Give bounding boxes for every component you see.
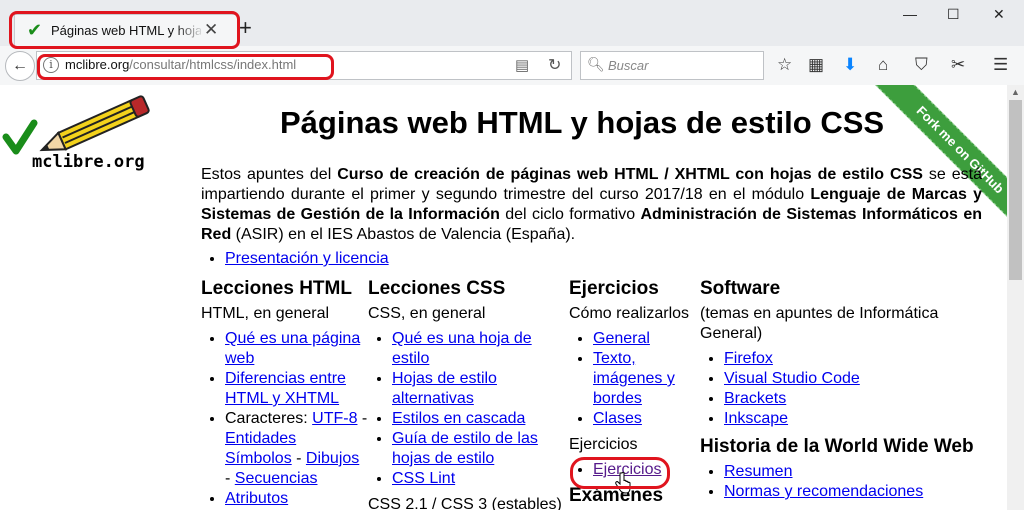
css-lessons-list: Qué es una hoja de estilo Hojas de estil… — [368, 329, 548, 489]
minimize-icon[interactable]: — — [903, 6, 917, 22]
reload-icon[interactable]: ↻ — [548, 55, 561, 75]
list-item: Diferencias entre HTML y XHTML — [225, 369, 369, 409]
search-placeholder: Buscar — [608, 58, 649, 73]
list-item: Presentación y licencia — [225, 249, 982, 269]
exercise-link-text-images[interactable]: Texto, imágenes y bordes — [593, 350, 675, 407]
history-link-standards[interactable]: Normas y recomendaciones — [724, 483, 923, 500]
exercise-link-general[interactable]: General — [593, 330, 650, 347]
www-history-list: Resumen Normas y recomendaciones — [700, 462, 990, 502]
maximize-icon[interactable]: ☐ — [947, 6, 960, 23]
software-column: Software (temas en apuntes de Informátic… — [700, 277, 990, 502]
list-item: Normas y recomendaciones — [724, 482, 990, 502]
download-icon[interactable]: ⬇ — [843, 55, 857, 75]
separator: - — [291, 450, 306, 467]
intro-course-name: Curso de creación de páginas web HTML / … — [337, 166, 923, 183]
list-item: Atributos — [225, 489, 369, 509]
list-item: CSS Lint — [392, 469, 548, 489]
css-general-label: CSS, en general — [368, 305, 486, 322]
separator: - — [357, 410, 368, 427]
intro-paragraph: Estos apuntes del Curso de creación de p… — [201, 165, 982, 269]
list-item: Brackets — [724, 389, 990, 409]
intro-text-3: del ciclo formativo — [499, 206, 641, 223]
html-general-label: HTML, en general — [201, 305, 330, 322]
search-icon: 🔍︎ — [587, 56, 605, 72]
lesson-link-sequences[interactable]: Secuencias — [235, 470, 318, 487]
list-item: Clases — [593, 409, 694, 429]
history-link-summary[interactable]: Resumen — [724, 463, 792, 480]
url-highlight — [37, 54, 334, 80]
back-button[interactable]: ← — [5, 51, 35, 81]
lesson-link-alternative[interactable]: Hojas de estilo alternativas — [392, 370, 497, 407]
presentation-list: Presentación y licencia — [201, 249, 982, 269]
list-item: Resumen — [724, 462, 990, 482]
lesson-link-css-lint[interactable]: CSS Lint — [392, 470, 455, 487]
css-stable-label: CSS 2.1 / CSS 3 (estables) — [368, 496, 562, 510]
list-item: Visual Studio Code — [724, 369, 990, 389]
pocket-icon[interactable]: ⛉ — [915, 55, 928, 75]
list-item: Qué es una página web — [225, 329, 369, 369]
list-item: Inkscape — [724, 409, 990, 429]
exercises-link-highlight — [570, 457, 670, 489]
html-lessons-list: Qué es una página web Diferencias entre … — [201, 329, 369, 509]
exercises-heading: Ejercicios — [569, 278, 659, 299]
screenshot-icon[interactable]: ✂ — [951, 55, 965, 75]
lesson-link-cascade[interactable]: Estilos en cascada — [392, 410, 525, 427]
list-item: General — [593, 329, 694, 349]
vertical-scrollbar[interactable]: ▲ — [1007, 85, 1024, 510]
home-icon[interactable]: ⌂ — [878, 55, 888, 75]
lesson-link-attributes[interactable]: Atributos — [225, 490, 288, 507]
html-lessons-column: Lecciones HTML HTML, en general Qué es u… — [201, 277, 369, 509]
tab-highlight — [9, 11, 240, 49]
software-link-brackets[interactable]: Brackets — [724, 390, 786, 407]
software-link-firefox[interactable]: Firefox — [724, 350, 773, 367]
list-item: Firefox — [724, 349, 990, 369]
separator: - — [225, 470, 235, 487]
close-window-icon[interactable]: ✕ — [993, 6, 1005, 23]
lesson-link-utf8[interactable]: UTF-8 — [312, 410, 357, 427]
mclibre-logo[interactable]: mclibre.org — [2, 93, 172, 173]
intro-text-4: (ASIR) en el IES Abastos de Valencia (Es… — [231, 226, 576, 243]
lesson-link-symbols[interactable]: Símbolos — [225, 450, 292, 467]
page-content: mclibre.org Fork me on GitHub Páginas we… — [0, 85, 1007, 510]
lesson-link-style-guide[interactable]: Guía de estilo de las hojas de estilo — [392, 430, 538, 467]
lesson-link-drawings[interactable]: Dibujos — [306, 450, 359, 467]
presentation-link[interactable]: Presentación y licencia — [225, 250, 389, 267]
www-history-heading: Historia de la World Wide Web — [700, 436, 974, 457]
css-lessons-heading: Lecciones CSS — [368, 278, 506, 299]
list-item: Texto, imágenes y bordes — [593, 349, 694, 409]
page-title: Páginas web HTML y hojas de estilo CSS — [280, 105, 885, 140]
software-link-inkscape[interactable]: Inkscape — [724, 410, 788, 427]
software-list: Firefox Visual Studio Code Brackets Inks… — [700, 349, 990, 429]
list-item: Hojas de estilo alternativas — [392, 369, 548, 409]
software-heading: Software — [700, 278, 781, 299]
how-to-label: Cómo realizarlos — [569, 305, 690, 322]
list-item: Qué es una hoja de estilo — [392, 329, 548, 369]
new-tab-button[interactable]: + — [239, 16, 252, 40]
list-item: Guía de estilo de las hojas de estilo — [392, 429, 548, 469]
scroll-up-icon[interactable]: ▲ — [1011, 87, 1020, 97]
lesson-link-stylesheet[interactable]: Qué es una hoja de estilo — [392, 330, 532, 367]
lesson-link-entities[interactable]: Entidades — [225, 430, 296, 447]
css-lessons-column: Lecciones CSS CSS, en general Qué es una… — [368, 277, 562, 510]
list-item: Estilos en cascada — [392, 409, 548, 429]
lesson-link-web-page[interactable]: Qué es una página web — [225, 330, 360, 367]
menu-icon[interactable]: ☰ — [993, 55, 1008, 75]
logo-text: mclibre.org — [32, 152, 145, 172]
lesson-link-html-xhtml[interactable]: Diferencias entre HTML y XHTML — [225, 370, 346, 407]
software-note: (temas en apuntes de Informática General… — [700, 305, 939, 342]
bookmark-star-icon[interactable]: ☆ — [777, 55, 792, 75]
scrollbar-thumb[interactable] — [1009, 100, 1022, 280]
reader-view-icon[interactable]: ▤ — [515, 56, 529, 74]
exercise-link-classes[interactable]: Clases — [593, 410, 642, 427]
characters-label: Caracteres: — [225, 410, 313, 427]
search-box[interactable]: 🔍︎ Buscar — [580, 51, 764, 80]
library-icon[interactable]: ▦ — [808, 55, 824, 75]
exercises-howto-list: General Texto, imágenes y bordes Clases — [569, 329, 694, 429]
software-link-vscode[interactable]: Visual Studio Code — [724, 370, 860, 387]
intro-text-1: Estos apuntes del — [201, 166, 338, 183]
list-item: Caracteres: UTF-8 - EntidadesSímbolos - … — [225, 409, 369, 489]
html-lessons-heading: Lecciones HTML — [201, 278, 352, 299]
